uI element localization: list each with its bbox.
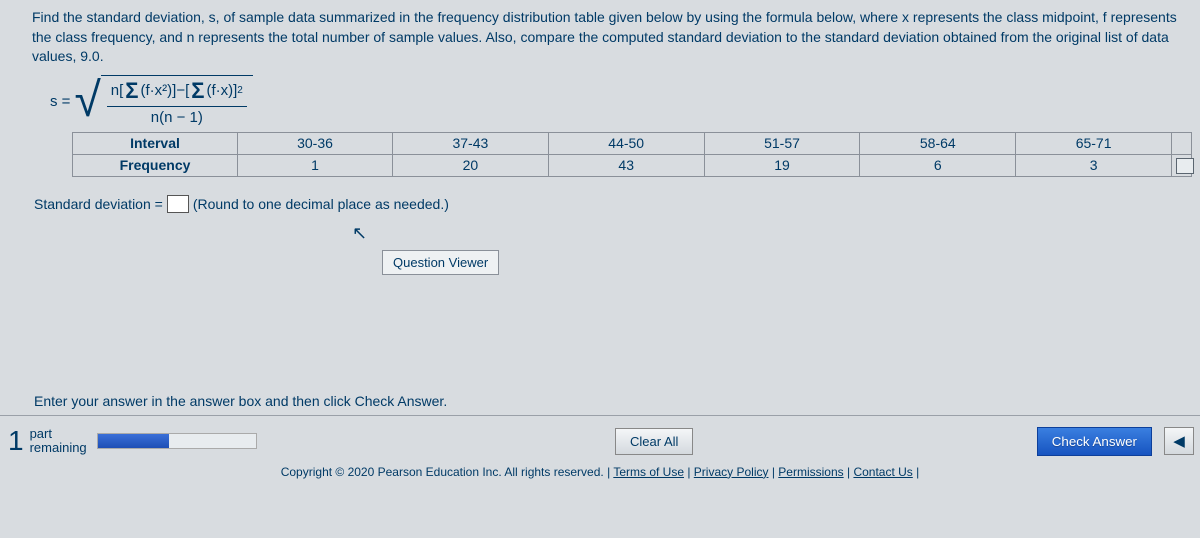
permissions-link[interactable]: Permissions xyxy=(778,465,843,479)
frequency-table: Interval 30-36 37-43 44-50 51-57 58-64 6… xyxy=(72,132,1192,177)
edge-cell xyxy=(1172,132,1192,154)
sqrt-icon: √ xyxy=(74,75,100,128)
interval-cell: 51-57 xyxy=(704,132,860,154)
previous-arrow-button[interactable]: ◀ xyxy=(1164,427,1194,455)
formula-n: n xyxy=(111,82,119,99)
freq-cell: 19 xyxy=(704,154,860,176)
interval-cell: 65-71 xyxy=(1016,132,1172,154)
clear-all-button[interactable]: Clear All xyxy=(615,428,693,455)
parts-label-b: remaining xyxy=(30,441,87,455)
freq-cell: 20 xyxy=(393,154,549,176)
interval-cell: 37-43 xyxy=(393,132,549,154)
table-row: Frequency 1 20 43 19 6 3 xyxy=(73,154,1192,176)
privacy-link[interactable]: Privacy Policy xyxy=(694,465,769,479)
bottom-toolbar: 1 part remaining Clear All Check Answer … xyxy=(0,415,1200,461)
formula-fx: (f·x) xyxy=(206,82,233,99)
formula-lhs: s = xyxy=(50,93,70,110)
interval-cell: 58-64 xyxy=(860,132,1016,154)
std-dev-label: Standard deviation = xyxy=(34,196,163,212)
answer-input[interactable] xyxy=(167,195,189,213)
formula-den: n(n − 1) xyxy=(151,107,203,126)
row-header-interval: Interval xyxy=(73,132,238,154)
formula-fx2: (f·x²) xyxy=(141,82,173,99)
minus: − xyxy=(176,82,185,99)
sigma-icon: Σ xyxy=(125,78,138,104)
parts-count: 1 xyxy=(8,425,24,457)
question-prompt: Find the standard deviation, s, of sampl… xyxy=(32,8,1180,67)
question-viewer-button[interactable]: Question Viewer xyxy=(382,250,499,275)
freq-cell: 1 xyxy=(238,154,393,176)
sigma-icon: Σ xyxy=(191,78,204,104)
formula-sq: 2 xyxy=(237,85,243,96)
parts-label-a: part xyxy=(30,427,87,441)
instruction-text: Enter your answer in the answer box and … xyxy=(34,393,1180,409)
freq-cell: 3 xyxy=(1016,154,1172,176)
progress-bar xyxy=(97,433,257,449)
check-answer-button[interactable]: Check Answer xyxy=(1037,427,1152,456)
copy-table-icon[interactable] xyxy=(1176,158,1194,174)
table-row: Interval 30-36 37-43 44-50 51-57 58-64 6… xyxy=(73,132,1192,154)
cursor-icon: ↖ xyxy=(352,223,1180,244)
freq-cell: 6 xyxy=(860,154,1016,176)
terms-link[interactable]: Terms of Use xyxy=(613,465,684,479)
freq-cell: 43 xyxy=(548,154,704,176)
formula: s = √ n [Σ(f·x²)] − [Σ(f·x)]2 n(n − 1) xyxy=(50,75,1180,128)
interval-cell: 44-50 xyxy=(548,132,704,154)
rounding-hint: (Round to one decimal place as needed.) xyxy=(193,196,449,212)
row-header-frequency: Frequency xyxy=(73,154,238,176)
contact-link[interactable]: Contact Us xyxy=(853,465,912,479)
progress-fill xyxy=(98,434,169,448)
copyright-footer: Copyright © 2020 Pearson Education Inc. … xyxy=(0,465,1200,479)
copyright-text: Copyright © 2020 Pearson Education Inc. … xyxy=(281,465,610,479)
pipe: | xyxy=(916,465,919,479)
interval-cell: 30-36 xyxy=(238,132,393,154)
